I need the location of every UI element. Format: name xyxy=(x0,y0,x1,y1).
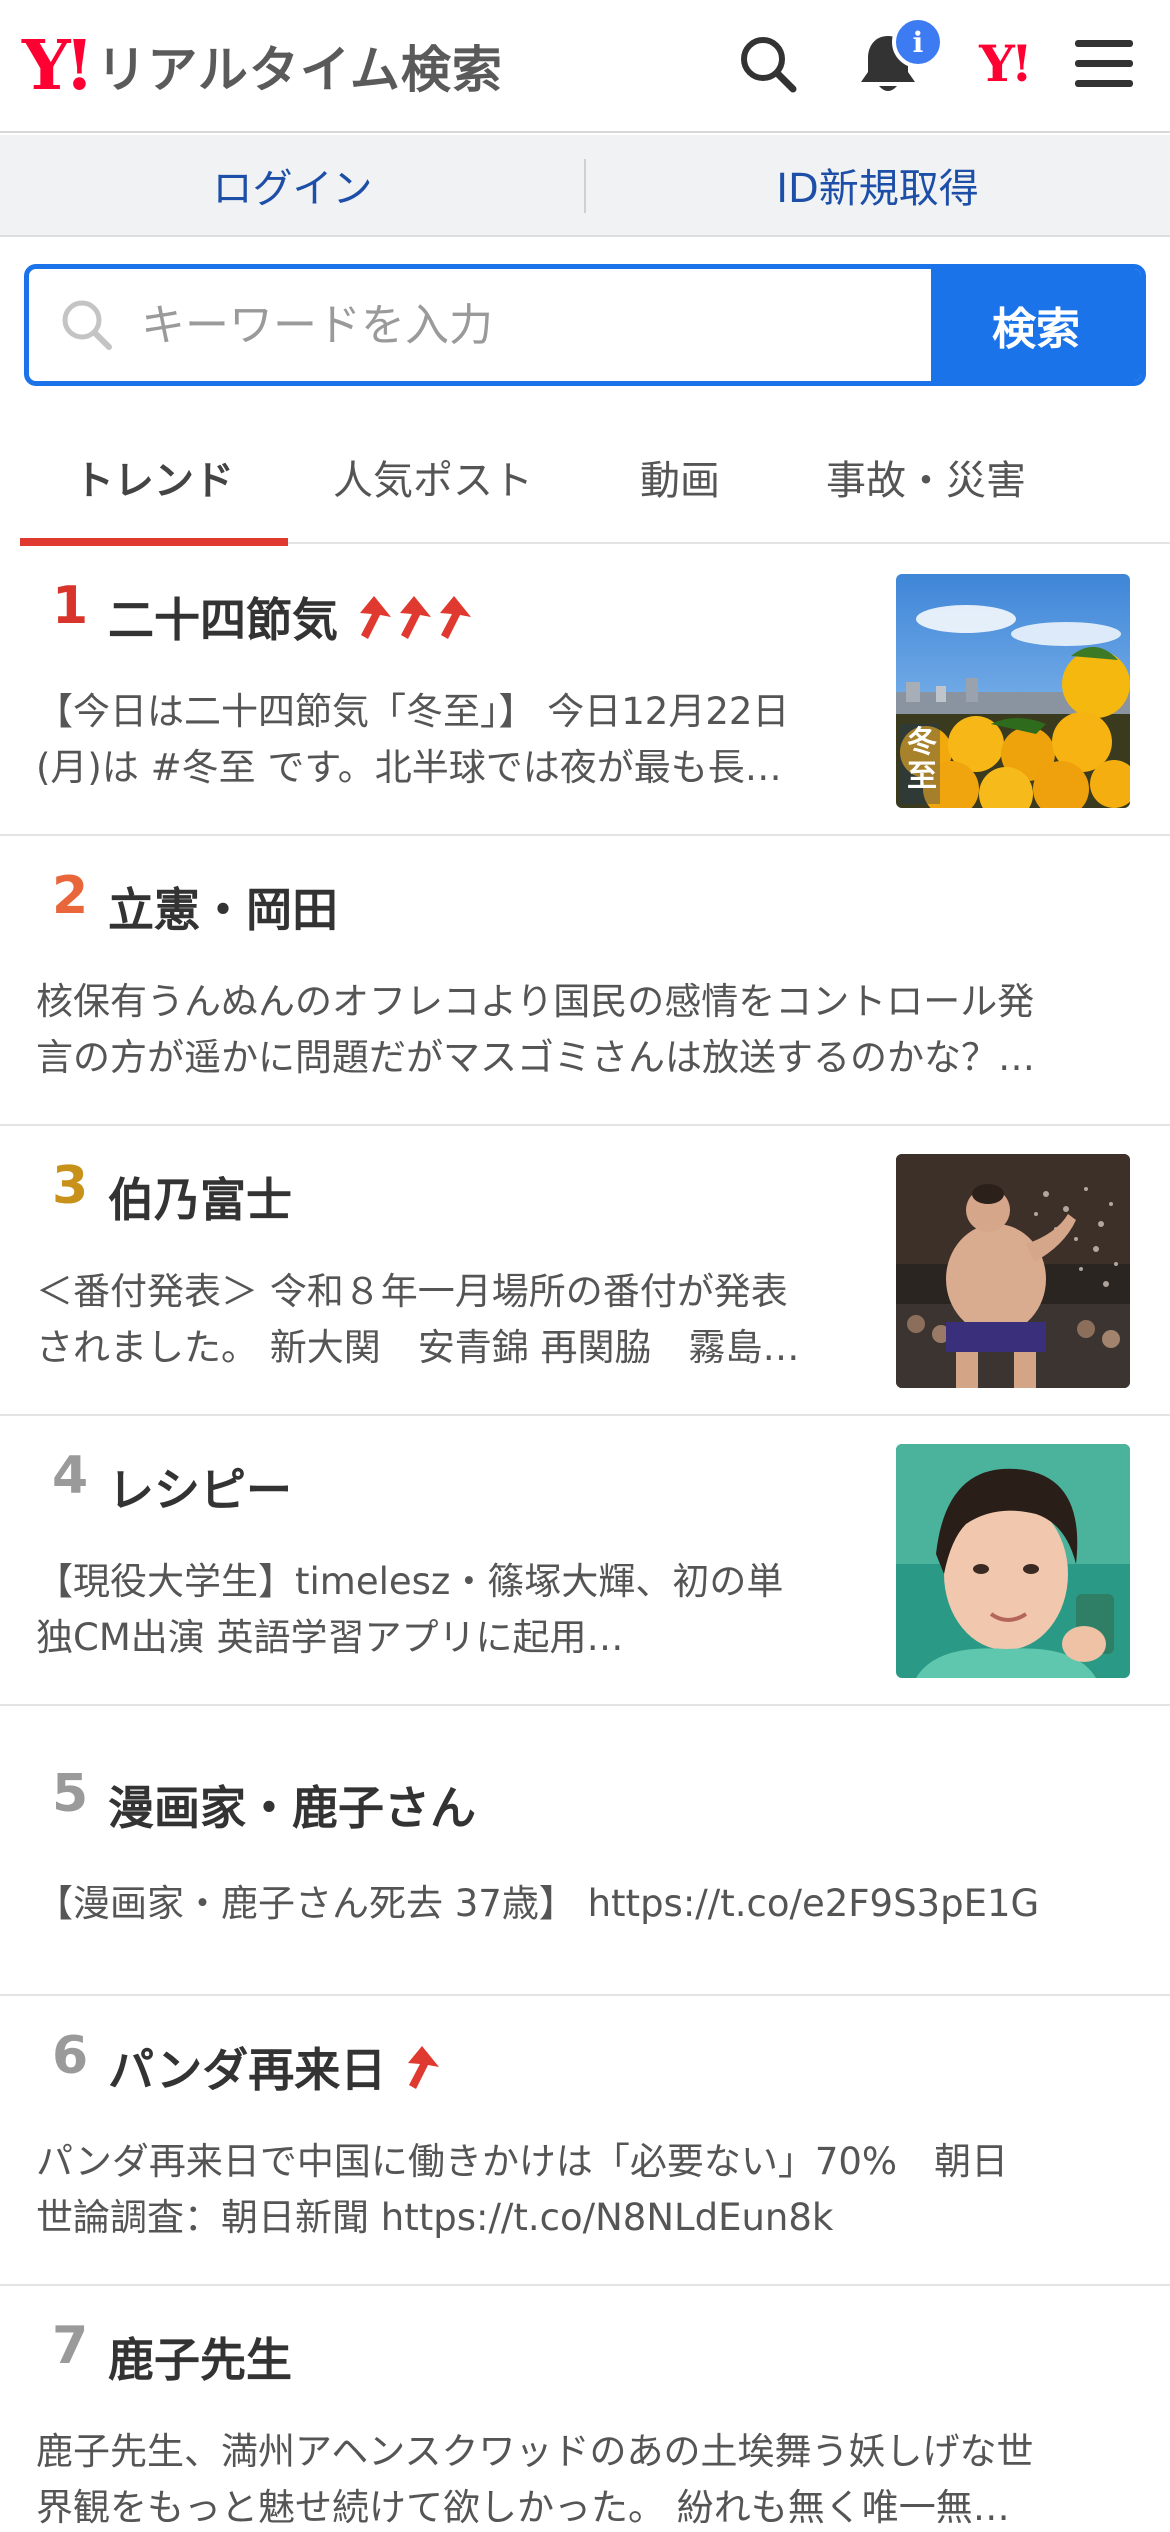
search-icon xyxy=(741,37,797,93)
trend-rank: 6 xyxy=(52,2026,89,2086)
trend-rank: 7 xyxy=(52,2316,89,2376)
trend-title-row: 鹿子先生 xyxy=(108,2324,292,2390)
trend-thumbnail-portrait[interactable] xyxy=(896,1444,1130,1678)
trend-up-arrow-icon xyxy=(440,596,471,639)
trend-title-row: 二十四節気 xyxy=(108,584,474,650)
trend-rank: 5 xyxy=(52,1764,89,1824)
yahoo-logo-mark: Y! xyxy=(22,26,94,106)
trend-description-line: 核保有うんぬんのオフレコより国民の感情をコントロール発 xyxy=(36,980,1035,1023)
trend-item-1[interactable]: 1 二十四節気 【今日は二十四節気「冬至」】 今日12月22日 (月)は #冬至… xyxy=(0,546,1170,836)
trend-title-row: 立憲・岡田 xyxy=(108,874,338,940)
category-tabs: トレンド 人気ポスト 動画 事故・災害 xyxy=(20,420,1170,546)
search-field[interactable] xyxy=(29,269,931,381)
trend-item-5[interactable]: 5 漫画家・鹿子さん 【漫画家・鹿子さん死去 37歳】 https://t.co… xyxy=(0,1706,1170,1996)
search-icon xyxy=(62,300,112,350)
trend-description-line: 鹿子先生、満州アヘンスクワッドのあの土埃舞う妖しげな世 xyxy=(36,2430,1034,2473)
trend-title-row: パンダ再来日 xyxy=(108,2034,442,2100)
trend-description-line: 【現役大学生】timelesz・篠塚大輝、初の単 xyxy=(36,1560,784,1603)
login-bar: ログイン ID新規取得 xyxy=(0,135,1170,237)
hamburger-menu-icon xyxy=(1075,40,1133,87)
search-button[interactable]: 検索 xyxy=(931,269,1141,381)
trend-description: 核保有うんぬんのオフレコより国民の感情をコントロール発 言の方が遥かに問題だがマ… xyxy=(36,974,1136,1086)
trend-title: 漫画家・鹿子さん xyxy=(108,1781,476,1835)
search-input[interactable] xyxy=(141,285,901,365)
trend-thumbnail-sumo[interactable] xyxy=(896,1154,1130,1388)
trend-up-arrow-icon xyxy=(360,596,391,639)
trend-rank: 1 xyxy=(52,576,89,636)
trend-arrows xyxy=(402,2043,442,2091)
trend-thumbnail-yuzu[interactable]: 冬至 xyxy=(896,574,1130,808)
trend-description-line: されました。 新大関 安青錦 再関脇 霧島… xyxy=(36,1326,800,1369)
trend-item-7[interactable]: 7 鹿子先生 鹿子先生、満州アヘンスクワッドのあの土埃舞う妖しげな世 界観をもっ… xyxy=(0,2286,1170,2532)
portrait-photo xyxy=(896,1444,1130,1678)
yahoo-realtime-logo[interactable]: Y! リアルタイム検索 xyxy=(22,26,503,106)
trend-title-row: 漫画家・鹿子さん xyxy=(108,1772,476,1838)
trend-item-2[interactable]: 2 立憲・岡田 核保有うんぬんのオフレコより国民の感情をコントロール発 言の方が… xyxy=(0,836,1170,1126)
tab-trend[interactable]: トレンド xyxy=(20,420,288,546)
thumbnail-caption: 冬至 xyxy=(907,725,937,794)
app-title: リアルタイム検索 xyxy=(96,41,503,99)
register-link[interactable]: ID新規取得 xyxy=(585,135,1170,235)
trend-description-line: 言の方が遥かに問題だがマスゴミさんは放送するのかな？… xyxy=(36,1036,1035,1079)
trend-description-line: ＜番付発表＞ 令和８年一月場所の番付が発表 xyxy=(36,1270,788,1313)
tab-accidents-disasters[interactable]: 事故・災害 xyxy=(782,420,1070,544)
search-bar: 検索 xyxy=(24,264,1146,386)
trend-title: 伯乃富士 xyxy=(108,1173,292,1227)
trend-title: レシピー xyxy=(108,1463,292,1517)
menu-button[interactable] xyxy=(1068,28,1140,100)
yahoo-japan-icon: Y! xyxy=(979,34,1033,93)
trend-item-6[interactable]: 6 パンダ再来日 パンダ再来日で中国に働きかけは「必要ない」70% 朝日 世論調… xyxy=(0,1996,1170,2286)
header-search-button[interactable] xyxy=(732,28,804,100)
trend-description: パンダ再来日で中国に働きかけは「必要ない」70% 朝日 世論調査：朝日新聞 ht… xyxy=(36,2134,1136,2246)
trend-title-row: レシピー xyxy=(108,1454,292,1520)
trend-description: 鹿子先生、満州アヘンスクワッドのあの土埃舞う妖しげな世 界観をもっと魅せ続けて欲… xyxy=(36,2424,1136,2532)
trend-description-line: 独CM出演 英語学習アプリに起用… xyxy=(36,1616,624,1659)
trend-up-arrow-icon xyxy=(408,2046,440,2089)
trend-description: 【現役大学生】timelesz・篠塚大輝、初の単 独CM出演 英語学習アプリに起… xyxy=(36,1554,856,1666)
trend-item-4[interactable]: 4 レシピー 【現役大学生】timelesz・篠塚大輝、初の単 独CM出演 英語… xyxy=(0,1416,1170,1706)
notification-badge: i xyxy=(892,16,944,68)
trend-description: 【漫画家・鹿子さん死去 37歳】 https://t.co/e2F9S3pE1G xyxy=(36,1876,1136,1932)
trend-list: 1 二十四節気 【今日は二十四節気「冬至」】 今日12月22日 (月)は #冬至… xyxy=(0,546,1170,2532)
trend-title: 立憲・岡田 xyxy=(108,883,338,937)
trend-description-line: 【漫画家・鹿子さん死去 37歳】 https://t.co/e2F9S3pE1G xyxy=(36,1882,1040,1925)
trend-title: 鹿子先生 xyxy=(108,2333,292,2387)
trend-description: ＜番付発表＞ 令和８年一月場所の番付が発表 されました。 新大関 安青錦 再関脇… xyxy=(36,1264,856,1376)
trend-description-line: 界観をもっと魅せ続けて欲しかった。 紛れも無く唯一無… xyxy=(36,2486,1010,2529)
login-divider xyxy=(584,159,586,213)
trend-description-line: 【今日は二十四節気「冬至」】 今日12月22日 xyxy=(36,690,790,733)
trend-title-row: 伯乃富士 xyxy=(108,1164,292,1230)
trend-title: パンダ再来日 xyxy=(108,2043,387,2097)
trend-description-line: 世論調査：朝日新聞 https://t.co/N8NLdEun8k xyxy=(36,2196,834,2239)
sumo-photo xyxy=(896,1154,1130,1388)
trend-description-line: (月)は #冬至 です。北半球では夜が最も長… xyxy=(36,746,782,789)
trend-rank: 3 xyxy=(52,1156,89,1216)
tab-videos[interactable]: 動画 xyxy=(578,420,782,544)
login-link[interactable]: ログイン xyxy=(0,135,585,235)
app-header: Y! リアルタイム検索 i Y! xyxy=(0,0,1170,133)
trend-title: 二十四節気 xyxy=(108,593,338,647)
trend-item-3[interactable]: 3 伯乃富士 ＜番付発表＞ 令和８年一月場所の番付が発表 されました。 新大関 … xyxy=(0,1126,1170,1416)
yahoo-japan-link[interactable]: Y! xyxy=(962,28,1046,100)
trend-description-line: パンダ再来日で中国に働きかけは「必要ない」70% 朝日 xyxy=(36,2140,1009,2183)
trend-up-arrow-icon xyxy=(400,596,431,639)
tab-popular-posts[interactable]: 人気ポスト xyxy=(288,420,578,544)
trend-arrows xyxy=(354,593,474,641)
trend-rank: 2 xyxy=(52,866,89,926)
trend-description: 【今日は二十四節気「冬至」】 今日12月22日 (月)は #冬至 です。北半球で… xyxy=(36,684,856,796)
trend-rank: 4 xyxy=(52,1446,89,1506)
